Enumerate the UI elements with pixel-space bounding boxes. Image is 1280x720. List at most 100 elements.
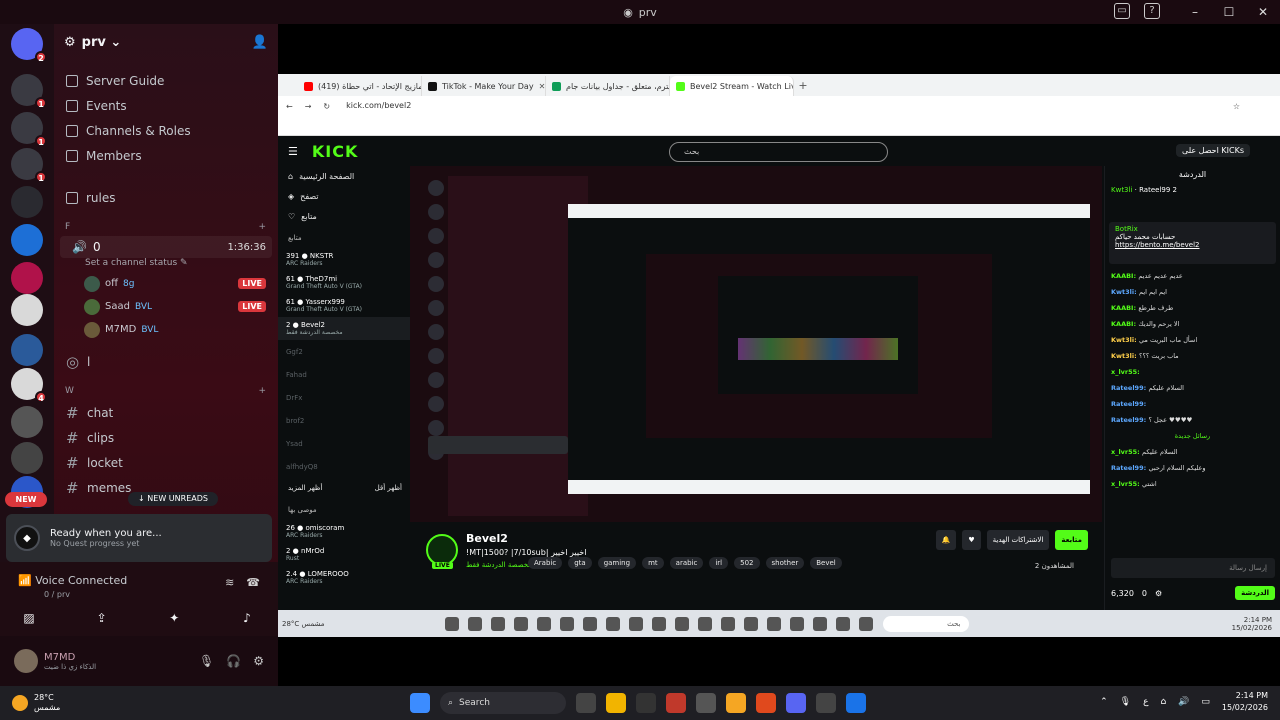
network-icon[interactable]: ⌂	[1160, 697, 1166, 707]
chat-username[interactable]: KAABI:	[1111, 320, 1138, 328]
get-kicks-button[interactable]: احصل على KICKs	[1176, 144, 1250, 157]
new-pill[interactable]: NEW	[5, 492, 47, 507]
voice-user[interactable]: Saad BVL LIVE	[54, 295, 278, 318]
taskbar-search[interactable]: ⌕ Search	[440, 692, 566, 714]
server-header[interactable]: ⚙ prv ⌄ 👤	[54, 24, 278, 60]
bento-link[interactable]: https://bento.me/bevel2	[1115, 241, 1200, 249]
server-icon[interactable]	[11, 442, 43, 474]
offline-channel[interactable]: Ysad	[278, 432, 410, 455]
recommended-channel[interactable]: 26 ● omiscoram ARC Raiders	[278, 520, 410, 543]
new-tab-button[interactable]: +	[794, 76, 812, 96]
clock[interactable]: 2:14 PM 15/02/2026	[1222, 690, 1268, 714]
browser-tab-active[interactable]: Bevel2 Stream - Watch Live on✕	[670, 76, 794, 96]
nav-channels-roles[interactable]: Channels & Roles	[54, 118, 278, 143]
settings-icon[interactable]: ⚙	[253, 654, 264, 668]
chat-message[interactable]: Kwt3li: اسأل ماب البريت مي	[1105, 332, 1280, 348]
server-icon[interactable]	[11, 334, 43, 366]
chat-username[interactable]: x_lvr55:	[1111, 368, 1140, 376]
show-more-link[interactable]: أظهر المزيد أظهر أقل	[278, 478, 410, 498]
discord-icon[interactable]	[786, 693, 806, 713]
reload-icon[interactable]: ↻	[323, 102, 330, 111]
volume-icon[interactable]: 🔊	[1178, 697, 1189, 707]
kick-search-input[interactable]: بحث	[669, 142, 888, 162]
category-w[interactable]: W +	[54, 382, 278, 400]
chat-input[interactable]: إرسال رسالة	[1111, 558, 1275, 578]
followed-channel[interactable]: 61 ● Yasserx999 Grand Theft Auto V (GTA)	[278, 294, 410, 317]
server-icon[interactable]: 4	[11, 368, 47, 403]
server-icon[interactable]: 1	[11, 74, 47, 109]
voice-channel-l[interactable]: ◎ l	[54, 349, 278, 374]
video-player[interactable]	[410, 166, 1102, 522]
chat-username[interactable]: Rateel99:	[1111, 400, 1146, 408]
voice-channel-0[interactable]: 🔊 0 1:36:36	[60, 236, 272, 258]
browser-tab[interactable]: السيترم، متعلق - جداول بيانات جام✕	[546, 76, 670, 96]
chat-message[interactable]: KAABI: طرف طرطع	[1105, 300, 1280, 316]
chat-message[interactable]: x_lvr55:	[1105, 364, 1280, 380]
followed-channel[interactable]: 2 ● Bevel2 مخصصة الدردشة فقط	[278, 317, 410, 340]
follow-button[interactable]: متابعة	[1055, 530, 1088, 550]
stream-category[interactable]: مخصصة الدردشة فقط	[466, 561, 532, 569]
chat-message[interactable]: x_lvr55: اشتي	[1105, 476, 1280, 492]
nav-browse[interactable]: ◈ تصفح	[278, 186, 410, 206]
add-channel-icon[interactable]: +	[258, 222, 266, 232]
battery-icon[interactable]: ▭	[1201, 697, 1210, 707]
bookmark-icon[interactable]: ☆	[1233, 102, 1240, 111]
offline-channel[interactable]: DrFx	[278, 386, 410, 409]
chat-message[interactable]: Rateel99: وعليكم السلام ارحبي	[1105, 460, 1280, 476]
disconnect-icon[interactable]: ☎	[246, 576, 260, 589]
inbox-icon[interactable]: ▭	[1114, 3, 1130, 19]
brave-icon[interactable]	[756, 693, 776, 713]
noise-suppression-icon[interactable]: ≋	[225, 576, 234, 589]
chat-username[interactable]: Kwt3li:	[1111, 352, 1139, 360]
channel-clips[interactable]: # clips	[54, 425, 278, 450]
browser-tab[interactable]: TikTok - Make Your Day ✕	[422, 76, 546, 96]
start-icon[interactable]	[410, 693, 430, 713]
tag[interactable]: gaming	[597, 557, 637, 569]
help-icon[interactable]: ?	[1144, 3, 1160, 19]
back-icon[interactable]: ←	[286, 102, 293, 111]
voice-channel-path[interactable]: 0 / prv	[44, 590, 70, 599]
close-tab-icon[interactable]: ✕	[539, 82, 545, 91]
avatar[interactable]	[14, 649, 38, 673]
tag[interactable]: Arabic	[528, 557, 563, 569]
screen-share-icon[interactable]: ⇪	[91, 608, 113, 628]
server-icon[interactable]	[11, 406, 43, 438]
notification-bell-icon[interactable]: 🔔	[935, 530, 957, 550]
new-unreads-pill[interactable]: ↓ NEW UNREADS	[128, 492, 218, 506]
language-indicator[interactable]: ع	[1143, 697, 1148, 707]
browser-tab[interactable]: (419) امازيج الإتحاد - اتي حطاة✕	[298, 76, 422, 96]
chat-message[interactable]: Kwt3li: ماب بريت ؟؟؟	[1105, 348, 1280, 364]
chevron-up-icon[interactable]: ⌃	[1100, 697, 1108, 707]
chat-username[interactable]: KAABI:	[1111, 304, 1138, 312]
channel-chat[interactable]: # chat	[54, 400, 278, 425]
tag[interactable]: Bevel	[810, 557, 842, 569]
tag[interactable]: mt	[642, 557, 664, 569]
server-icon[interactable]	[11, 224, 43, 256]
task-view-icon[interactable]	[576, 693, 596, 713]
steam-icon[interactable]	[816, 693, 836, 713]
menu-icon[interactable]: ☰	[288, 145, 298, 158]
activities-icon[interactable]: ✦	[163, 608, 185, 628]
file-explorer-icon[interactable]	[606, 693, 626, 713]
chat-username[interactable]: Rateel99:	[1111, 464, 1148, 472]
server-icon[interactable]	[11, 294, 43, 326]
server-icon[interactable]	[11, 262, 43, 294]
camera-off-icon[interactable]: ▨	[18, 608, 40, 628]
recommended-channel[interactable]: 2 ● nMrOd Rust	[278, 543, 410, 566]
chat-send-button[interactable]: الدردشة	[1235, 586, 1275, 600]
kick-logo[interactable]: KICK	[312, 142, 359, 161]
url-input[interactable]: kick.com/bevel2	[342, 99, 1221, 113]
mic-icon[interactable]: 🎙	[1120, 697, 1131, 707]
server-icon[interactable]: 2	[11, 28, 47, 63]
steam-icon[interactable]	[636, 693, 656, 713]
offline-channel[interactable]: Fahad	[278, 363, 410, 386]
server-icon[interactable]: 1	[11, 148, 47, 183]
app-icon[interactable]	[696, 693, 716, 713]
minimize-button[interactable]: –	[1178, 0, 1212, 24]
chat-message[interactable]: Rateel99: عجل ؟ ♥♥♥♥	[1105, 412, 1280, 428]
chat-message[interactable]: KAABI: عديم عديم عديم	[1105, 268, 1280, 284]
app-icon[interactable]	[846, 693, 866, 713]
tag[interactable]: irl	[709, 557, 729, 569]
app-icon[interactable]	[666, 693, 686, 713]
followed-channel[interactable]: 391 ● NKSTR ARC Raiders	[278, 248, 410, 271]
